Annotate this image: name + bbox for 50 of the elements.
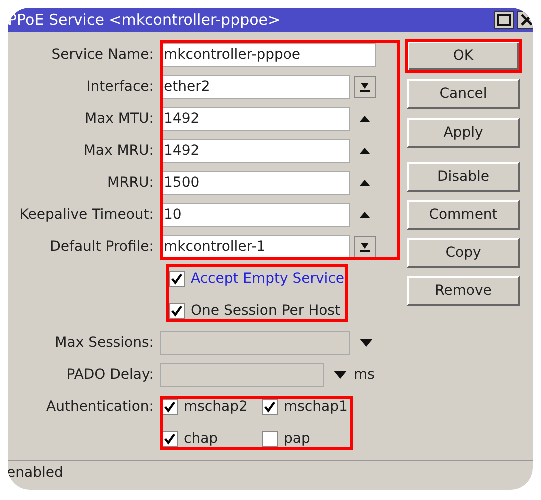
- option-label: One Session Per Host: [191, 302, 340, 320]
- checkbox[interactable]: [162, 399, 178, 415]
- dialog-button[interactable]: Remove: [407, 276, 520, 306]
- input-field[interactable]: 1500: [160, 171, 350, 195]
- down-arrow-icon: [359, 81, 371, 93]
- field-label: MRRU:: [106, 174, 155, 192]
- input-field[interactable]: mkcontroller-pppoe: [160, 43, 376, 67]
- input-field[interactable]: 10: [160, 203, 350, 227]
- status-text: enabled: [8, 464, 64, 483]
- up-arrow-icon[interactable]: [359, 147, 371, 155]
- field-label: Max MTU:: [84, 110, 155, 128]
- up-arrow-icon[interactable]: [359, 179, 371, 187]
- unit-label: ms: [354, 366, 375, 384]
- field-label: Max Sessions:: [54, 334, 155, 352]
- dialog-button[interactable]: Copy: [407, 238, 520, 268]
- checkbox[interactable]: [169, 271, 185, 287]
- checkbox[interactable]: [162, 431, 178, 447]
- option-label: chap: [184, 430, 218, 448]
- field-label: Keepalive Timeout:: [18, 206, 155, 224]
- dialog-button[interactable]: Comment: [407, 200, 520, 230]
- option-label: mschap2: [184, 398, 248, 416]
- up-arrow-icon[interactable]: [359, 211, 371, 219]
- field-label: Authentication:: [46, 398, 155, 416]
- option-label: Accept Empty Service: [191, 270, 345, 288]
- down-arrow-icon[interactable]: [360, 339, 373, 347]
- input-field[interactable]: mkcontroller-1: [160, 235, 350, 259]
- option-label: mschap1: [284, 398, 348, 416]
- dialog-button[interactable]: Cancel: [407, 79, 520, 109]
- option-label: pap: [284, 430, 310, 448]
- dropdown-button[interactable]: [354, 236, 376, 258]
- field-label: Service Name:: [50, 46, 155, 64]
- checkbox[interactable]: [262, 431, 278, 447]
- dialog-button[interactable]: Apply: [407, 118, 520, 148]
- dialog-button[interactable]: Disable: [407, 162, 520, 192]
- checkbox[interactable]: [262, 399, 278, 415]
- field-label: Interface:: [86, 78, 155, 96]
- dialog-button[interactable]: OK: [405, 39, 522, 73]
- input-field[interactable]: 1492: [160, 107, 350, 131]
- down-arrow-icon[interactable]: [334, 371, 347, 379]
- field-label: Max MRU:: [82, 142, 155, 160]
- maximize-icon[interactable]: [494, 11, 514, 29]
- input-field[interactable]: 1492: [160, 139, 350, 163]
- up-arrow-icon[interactable]: [359, 115, 371, 123]
- checkbox[interactable]: [169, 303, 185, 319]
- field-label: PADO Delay:: [66, 366, 155, 384]
- down-arrow-icon: [359, 241, 371, 253]
- close-icon[interactable]: [517, 11, 533, 29]
- input-field[interactable]: ether2: [160, 75, 350, 99]
- dropdown-button[interactable]: [354, 76, 376, 98]
- field-label: Default Profile:: [49, 238, 155, 256]
